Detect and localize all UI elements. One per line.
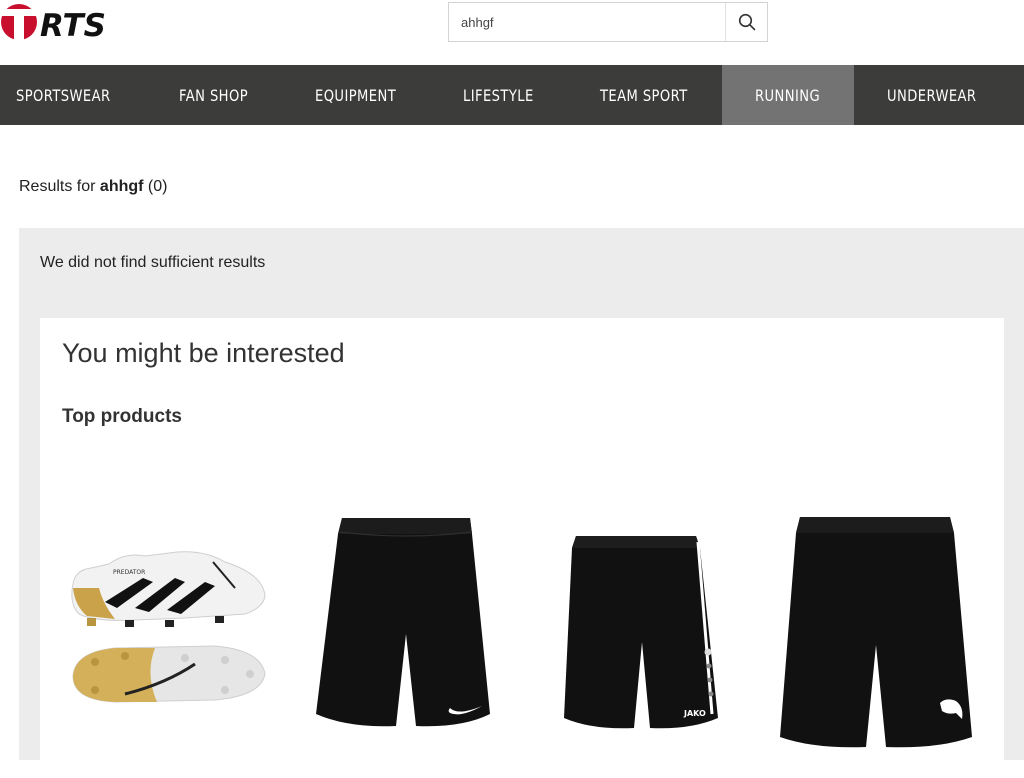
logo-text: RTS	[40, 8, 106, 42]
site-logo[interactable]: RTS	[0, 2, 120, 44]
search-button[interactable]	[725, 3, 767, 41]
shorts-nike-image	[316, 518, 490, 727]
main-nav: SPORTSWEAR FAN SHOP EQUIPMENT LIFESTYLE …	[0, 65, 1024, 125]
site-header: RTS	[0, 0, 1024, 65]
product-card[interactable]: JAKO	[562, 534, 720, 732]
nav-item-fan-shop[interactable]: FAN SHOP	[179, 65, 248, 125]
nav-item-lifestyle[interactable]: LIFESTYLE	[463, 65, 534, 125]
suggestions-title: You might be interested	[62, 338, 345, 368]
suggestions-card: You might be interested Top products PRE…	[40, 318, 1004, 778]
product-brand-text: PREDATOR	[113, 569, 145, 576]
product-card[interactable]: PREDATOR	[65, 544, 275, 716]
product-card[interactable]	[312, 514, 498, 736]
nav-item-running[interactable]: RUNNING	[755, 65, 820, 125]
product-card[interactable]	[778, 515, 974, 749]
search-bar	[448, 2, 768, 42]
shorts-jako-image: JAKO	[564, 536, 718, 729]
results-heading: Results for ahhgf (0)	[19, 178, 167, 196]
no-results-notice: We did not find sufficient results	[40, 254, 266, 271]
results-prefix: Results for	[19, 178, 96, 195]
nav-item-equipment[interactable]: EQUIPMENT	[315, 65, 396, 125]
search-icon	[738, 13, 755, 31]
results-count: (0)	[147, 178, 168, 195]
nav-item-underwear[interactable]: UNDERWEAR	[887, 65, 976, 125]
results-query: ahhgf	[99, 178, 144, 195]
football-boots-image: PREDATOR	[71, 551, 266, 703]
nav-item-sportswear[interactable]: SPORTSWEAR	[16, 65, 111, 125]
search-input[interactable]	[449, 3, 727, 41]
top-products-heading: Top products	[62, 406, 182, 427]
no-results-panel: We did not find sufficient results You m…	[19, 228, 1024, 778]
nav-item-team-sport[interactable]: TEAM SPORT	[600, 65, 688, 125]
shorts-puma-image	[780, 517, 972, 748]
product-brand-text: JAKO	[683, 709, 706, 718]
